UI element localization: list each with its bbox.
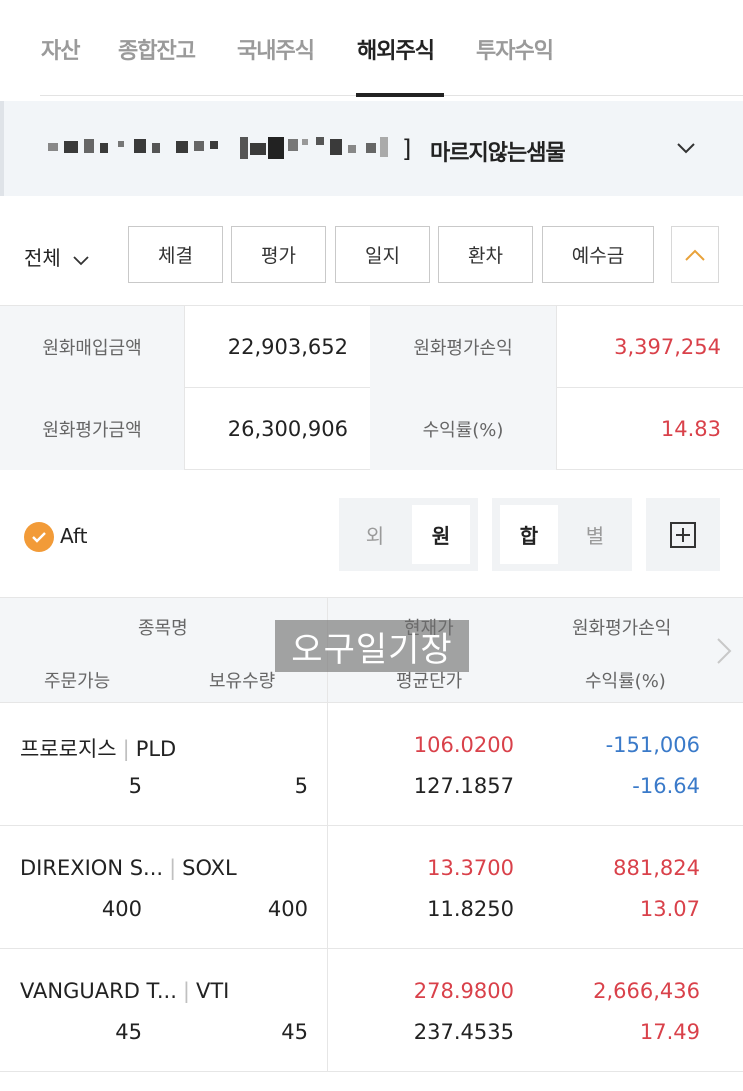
orderable-qty: 45 bbox=[115, 1020, 142, 1044]
journal-button[interactable]: 일지 bbox=[335, 226, 430, 283]
chevron-up-icon bbox=[685, 249, 705, 261]
eval-amount-label: 원화평가금액 bbox=[0, 388, 184, 470]
tab-assets[interactable]: 자산 bbox=[41, 33, 80, 65]
account-name: 마르지않는샘물 bbox=[430, 141, 566, 166]
view-options: Aft 외 원 합 별 bbox=[0, 470, 743, 597]
won-pnl-label: 원화평가손익 bbox=[370, 306, 556, 388]
won-pnl: 881,824 bbox=[613, 856, 700, 880]
plus-square-icon bbox=[670, 521, 696, 548]
avg-price: 237.4535 bbox=[413, 1020, 514, 1044]
holding-row[interactable]: DIREXION S... | SOXL 400 400 13.3700 11.82… bbox=[0, 826, 743, 949]
purchase-amount-value: 22,903,652 bbox=[227, 335, 348, 359]
account-bracket: ] bbox=[402, 135, 412, 163]
top-tabs: 자산 종합잔고 국내주식 해외주식 투자수익 bbox=[0, 0, 743, 97]
aft-checkbox[interactable] bbox=[24, 522, 54, 552]
stock-name-text: VANGUARD T... bbox=[20, 979, 177, 1003]
active-tab-indicator bbox=[356, 93, 444, 97]
aft-label: Aft bbox=[60, 524, 88, 548]
aggregate-sum-option[interactable]: 합 bbox=[500, 505, 558, 564]
return-rate: 13.07 bbox=[639, 897, 700, 921]
check-icon bbox=[32, 532, 46, 543]
stock-ticker: VTI bbox=[195, 979, 230, 1003]
avg-price: 11.8250 bbox=[427, 897, 514, 921]
header-won-pnl: 원화평가손익 bbox=[572, 618, 672, 639]
current-price: 106.0200 bbox=[413, 733, 514, 757]
collapse-button[interactable] bbox=[671, 226, 719, 283]
fx-diff-button[interactable]: 환차 bbox=[438, 226, 533, 283]
chevron-down-icon[interactable] bbox=[676, 138, 696, 158]
valuation-button[interactable]: 평가 bbox=[231, 226, 326, 283]
masked-account-number bbox=[48, 137, 218, 159]
return-rate-label: 수익률(%) bbox=[370, 388, 556, 470]
stock-ticker: PLD bbox=[135, 737, 177, 761]
orderable-qty: 400 bbox=[101, 897, 142, 921]
orderable-qty: 5 bbox=[128, 774, 142, 798]
return-rate: -16.64 bbox=[632, 774, 700, 798]
stock-ticker: SOXL bbox=[182, 856, 237, 880]
current-price: 13.3700 bbox=[427, 856, 514, 880]
execution-button[interactable]: 체결 bbox=[128, 226, 223, 283]
won-pnl: -151,006 bbox=[605, 733, 700, 757]
eval-amount-value: 26,300,906 bbox=[227, 417, 348, 441]
header-orderable: 주문가능 bbox=[44, 671, 111, 692]
tab-overseas-stocks[interactable]: 해외주식 bbox=[357, 33, 435, 65]
chevron-down-icon bbox=[73, 255, 89, 265]
header-holding: 보유수량 bbox=[209, 671, 276, 692]
stock-name-text: DIREXION S... bbox=[20, 856, 164, 880]
currency-foreign-option[interactable]: 외 bbox=[346, 505, 404, 564]
expand-all-button[interactable] bbox=[646, 498, 720, 571]
tab-investment-returns[interactable]: 투자수익 bbox=[476, 33, 554, 65]
return-rate: 17.49 bbox=[639, 1020, 700, 1044]
currency-toggle: 외 원 bbox=[339, 498, 478, 571]
holding-qty: 5 bbox=[294, 774, 308, 798]
deposit-button[interactable]: 예수금 bbox=[542, 226, 654, 283]
watermark-text: 오구일기장 bbox=[275, 620, 469, 672]
currency-won-option[interactable]: 원 bbox=[412, 505, 470, 564]
header-stock-name: 종목명 bbox=[138, 618, 188, 639]
won-pnl: 2,666,436 bbox=[593, 979, 700, 1003]
scope-label: 전체 bbox=[24, 246, 61, 270]
stock-name-text: 프로로지스 bbox=[20, 737, 117, 761]
won-pnl-value: 3,397,254 bbox=[614, 335, 721, 359]
stock-name: VANGUARD T... | VTI bbox=[20, 979, 230, 1003]
return-rate-value: 14.83 bbox=[660, 417, 721, 441]
header-return-rate: 수익률(%) bbox=[585, 671, 666, 692]
current-price: 278.9800 bbox=[413, 979, 514, 1003]
aggregate-toggle: 합 별 bbox=[492, 498, 632, 571]
stock-name: DIREXION S... | SOXL bbox=[20, 856, 237, 880]
holding-row[interactable]: VANGUARD T... | VTI 45 45 278.9800 237.453… bbox=[0, 949, 743, 1072]
holding-qty: 45 bbox=[281, 1020, 308, 1044]
purchase-amount-label: 원화매입금액 bbox=[0, 306, 184, 388]
holding-row[interactable]: 프로로지스 | PLD 5 5 106.0200 127.1857 -151,006… bbox=[0, 703, 743, 826]
aggregate-each-option[interactable]: 별 bbox=[566, 505, 624, 564]
filter-bar: 전체 체결 평가 일지 환차 예수금 bbox=[0, 196, 743, 306]
tab-domestic-stocks[interactable]: 국내주식 bbox=[237, 33, 315, 65]
avg-price: 127.1857 bbox=[413, 774, 514, 798]
tab-total-balance[interactable]: 종합잔고 bbox=[118, 33, 196, 65]
masked-account-owner bbox=[240, 137, 390, 159]
scope-dropdown[interactable]: 전체 bbox=[24, 242, 89, 271]
chevron-right-icon[interactable] bbox=[714, 636, 734, 666]
stock-name: 프로로지스 | PLD bbox=[20, 737, 177, 761]
account-selector[interactable]: ] 마르지않는샘물 bbox=[0, 101, 743, 196]
summary-grid: 원화매입금액 22,903,652 원화평가손익 3,397,254 원화평가금… bbox=[0, 306, 743, 470]
holding-qty: 400 bbox=[267, 897, 308, 921]
